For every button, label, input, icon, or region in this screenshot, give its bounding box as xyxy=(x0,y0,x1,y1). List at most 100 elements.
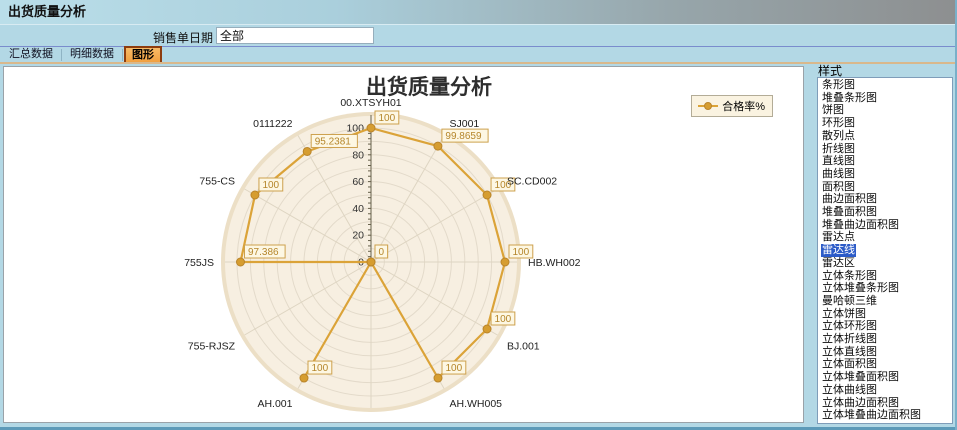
style-option-label: 雷达区 xyxy=(821,257,856,270)
style-option-label: 立体堆叠面积图 xyxy=(821,371,900,384)
value-label: 95.2381 xyxy=(315,136,352,147)
style-option-label: 立体直线图 xyxy=(821,346,878,359)
style-option-label: 饼图 xyxy=(821,104,845,117)
style-option[interactable]: 立体曲边面积图 xyxy=(818,397,952,410)
category-label: HB.WH002 xyxy=(528,257,581,269)
legend-series-label: 合格率% xyxy=(722,98,765,114)
category-label: AH.WH005 xyxy=(450,398,503,410)
axis-tick-label: 40 xyxy=(352,203,364,215)
style-option[interactable]: 立体饼图 xyxy=(818,308,952,321)
tab-strip: 汇总数据明细数据图形 xyxy=(0,46,957,62)
style-option[interactable]: 雷达点 xyxy=(818,231,952,244)
style-option-label: 立体条形图 xyxy=(821,270,878,283)
tabstrip-divider xyxy=(0,62,957,64)
style-option[interactable]: 曲边面积图 xyxy=(818,193,952,206)
style-option-label: 曼哈顿三维 xyxy=(821,295,878,308)
style-option[interactable]: 面积图 xyxy=(818,181,952,194)
value-label: 0 xyxy=(379,247,385,258)
style-option[interactable]: 立体环形图 xyxy=(818,320,952,333)
chart-panel: 02040608010010099.8659100100100100010009… xyxy=(3,66,804,423)
style-option[interactable]: 饼图 xyxy=(818,104,952,117)
chart-legend: 合格率% xyxy=(691,95,773,117)
data-point xyxy=(434,142,442,150)
axis-tick-label: 80 xyxy=(352,149,364,161)
chart-style-listbox[interactable]: 条形图堆叠条形图饼图环形图散列点折线图直线图曲线图面积图曲边面积图堆叠面积图堆叠… xyxy=(817,77,953,424)
style-option[interactable]: 直线图 xyxy=(818,155,952,168)
data-point xyxy=(237,258,245,266)
category-label: SJ001 xyxy=(450,118,480,130)
value-label: 97.386 xyxy=(248,247,279,258)
title-bar: 出货质量分析 xyxy=(0,0,957,25)
style-option[interactable]: 堆叠曲边面积图 xyxy=(818,219,952,232)
style-option[interactable]: 立体曲线图 xyxy=(818,384,952,397)
value-label: 100 xyxy=(262,180,279,191)
style-option-label: 立体堆叠条形图 xyxy=(821,282,900,295)
tab-separator xyxy=(61,49,62,61)
category-label: 755-RJSZ xyxy=(188,341,236,353)
category-label: BJ.001 xyxy=(507,341,540,353)
style-option[interactable]: 立体条形图 xyxy=(818,270,952,283)
category-label: 755-CS xyxy=(199,176,235,188)
style-option-label: 面积图 xyxy=(821,181,856,194)
radar-plot: 02040608010010099.8659100100100100010009… xyxy=(184,74,580,420)
tab-summary-data[interactable]: 汇总数据 xyxy=(2,46,60,62)
style-option[interactable]: 立体直线图 xyxy=(818,346,952,359)
style-option-label: 折线图 xyxy=(821,143,856,156)
category-label: SC.CD002 xyxy=(507,176,557,188)
style-option-label: 直线图 xyxy=(821,155,856,168)
style-option-label: 立体环形图 xyxy=(821,320,878,333)
legend-series-marker-icon xyxy=(697,101,719,111)
tab-graph[interactable]: 图形 xyxy=(124,46,162,62)
data-point xyxy=(303,147,311,155)
style-option-label: 散列点 xyxy=(821,130,856,143)
data-point xyxy=(367,124,375,132)
style-option[interactable]: 立体堆叠面积图 xyxy=(818,371,952,384)
style-option[interactable]: 环形图 xyxy=(818,117,952,130)
style-option[interactable]: 曲线图 xyxy=(818,168,952,181)
style-option[interactable]: 曼哈顿三维 xyxy=(818,295,952,308)
style-option-label: 曲线图 xyxy=(821,168,856,181)
data-point xyxy=(483,325,491,333)
style-option[interactable]: 雷达线 xyxy=(818,244,952,257)
page-title: 出货质量分析 xyxy=(8,0,86,24)
value-label: 100 xyxy=(379,113,396,124)
data-point xyxy=(300,374,308,382)
style-option-label: 雷达点 xyxy=(821,231,856,244)
style-option-label: 环形图 xyxy=(821,117,856,130)
style-option[interactable]: 立体折线图 xyxy=(818,333,952,346)
data-point xyxy=(367,258,375,266)
data-point xyxy=(434,374,442,382)
category-label: 0111222 xyxy=(253,118,292,130)
style-option-label: 立体面积图 xyxy=(821,358,878,371)
style-option-label: 堆叠条形图 xyxy=(821,92,878,105)
sales-date-input[interactable] xyxy=(216,27,374,44)
style-option[interactable]: 条形图 xyxy=(818,79,952,92)
tab-separator xyxy=(122,49,123,61)
style-option[interactable]: 散列点 xyxy=(818,130,952,143)
axis-tick-label: 20 xyxy=(352,230,364,242)
value-label: 100 xyxy=(495,314,512,325)
data-point xyxy=(251,191,259,199)
sales-date-label: 销售单日期 xyxy=(0,29,213,46)
axis-tick-label: 60 xyxy=(352,176,364,188)
tab-detail-data[interactable]: 明细数据 xyxy=(63,46,121,62)
style-option-label: 堆叠面积图 xyxy=(821,206,878,219)
value-label: 99.8659 xyxy=(445,131,482,142)
style-option-label: 雷达线 xyxy=(821,244,856,257)
style-option-label: 立体折线图 xyxy=(821,333,878,346)
style-option-label: 条形图 xyxy=(821,79,856,92)
style-option-label: 立体饼图 xyxy=(821,308,867,321)
style-option[interactable]: 雷达区 xyxy=(818,257,952,270)
style-option-label: 立体曲边面积图 xyxy=(821,397,900,410)
style-option[interactable]: 立体面积图 xyxy=(818,358,952,371)
style-option[interactable]: 堆叠条形图 xyxy=(818,92,952,105)
style-option-label: 立体堆叠曲边面积图 xyxy=(821,409,922,422)
style-option[interactable]: 立体堆叠条形图 xyxy=(818,282,952,295)
radar-chart: 02040608010010099.8659100100100100010009… xyxy=(4,67,801,420)
style-option[interactable]: 折线图 xyxy=(818,143,952,156)
style-option[interactable]: 堆叠面积图 xyxy=(818,206,952,219)
chart-title: 出货质量分析 xyxy=(366,74,492,99)
category-label: AH.RH.001 xyxy=(344,419,397,420)
data-point xyxy=(483,191,491,199)
style-option[interactable]: 立体堆叠曲边面积图 xyxy=(818,409,952,422)
